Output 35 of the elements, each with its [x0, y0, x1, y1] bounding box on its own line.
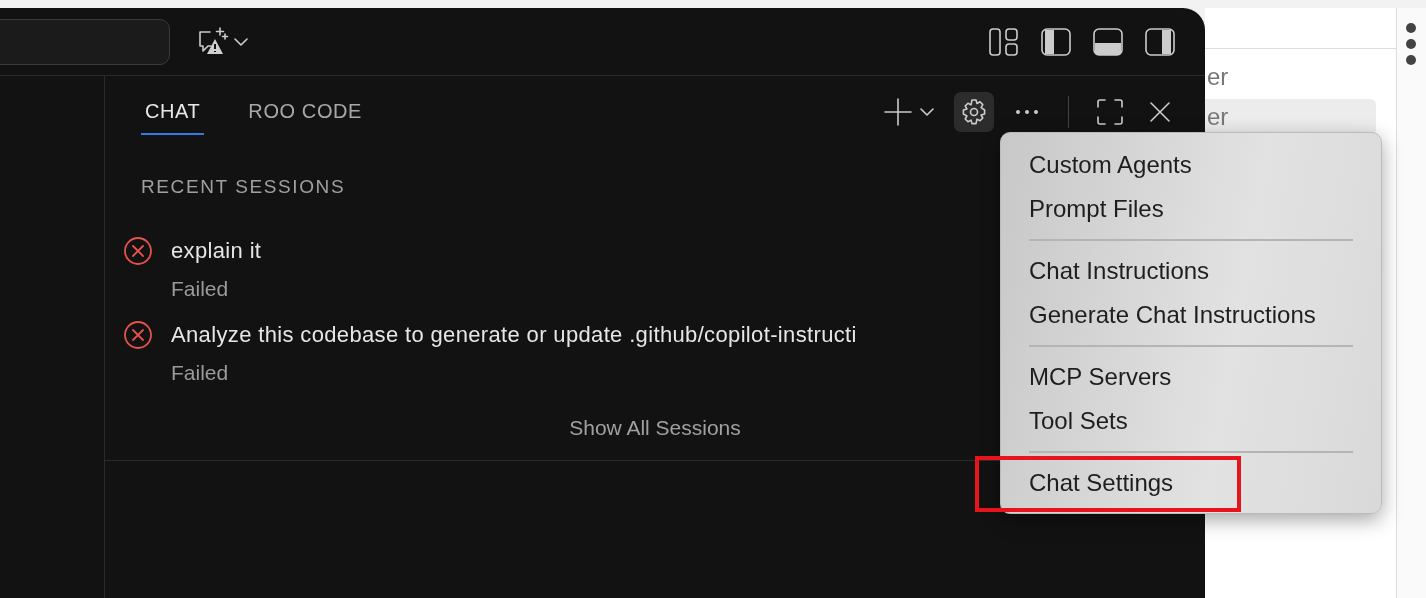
menu-item[interactable]: Chat Settings [1029, 461, 1353, 505]
menu-item[interactable]: Custom Agents [1029, 143, 1353, 187]
section-heading: RECENT SESSIONS [140, 175, 346, 198]
search-field[interactable] [0, 18, 170, 65]
list-item[interactable]: er [1205, 59, 1376, 95]
close-icon [1149, 101, 1171, 123]
session-title[interactable]: explain it [171, 237, 262, 265]
session-status: Failed [171, 360, 229, 386]
bottom-panel-icon[interactable] [1093, 27, 1123, 56]
chat-menu-button[interactable] [196, 26, 248, 57]
more-icon [1014, 109, 1040, 115]
list-item[interactable]: er [1205, 99, 1376, 135]
chevron-down-icon [920, 108, 934, 116]
dots-icon[interactable] [1405, 20, 1419, 68]
tab[interactable]: ROO CODE [244, 89, 367, 135]
chat-sparkle-icon [196, 26, 230, 57]
session-title[interactable]: Analyze this codebase to generate or update .github/copilot-instructi [171, 321, 857, 349]
menu-item[interactable]: Generate Chat Instructions [1029, 293, 1353, 337]
menu-item[interactable]: MCP Servers [1029, 355, 1353, 399]
tab[interactable]: CHAT [141, 89, 205, 135]
menu-item[interactable]: Prompt Files [1029, 187, 1353, 231]
right-sidebar-icon[interactable] [1145, 27, 1175, 56]
chevron-down-icon [234, 37, 248, 46]
layout-icon[interactable] [989, 27, 1019, 56]
menu-item[interactable]: Tool Sets [1029, 399, 1353, 443]
session-status: Failed [171, 276, 229, 302]
left-sidebar-icon[interactable] [1041, 27, 1071, 56]
plus-icon [884, 98, 912, 126]
error-icon [123, 320, 153, 350]
settings-button[interactable] [954, 92, 994, 132]
settings-icon [960, 98, 988, 126]
show-all-sessions-link[interactable]: Show All Sessions [565, 412, 745, 444]
fullscreen-icon [1097, 99, 1123, 125]
error-icon [123, 236, 153, 266]
menu-item[interactable]: Chat Instructions [1029, 249, 1353, 293]
